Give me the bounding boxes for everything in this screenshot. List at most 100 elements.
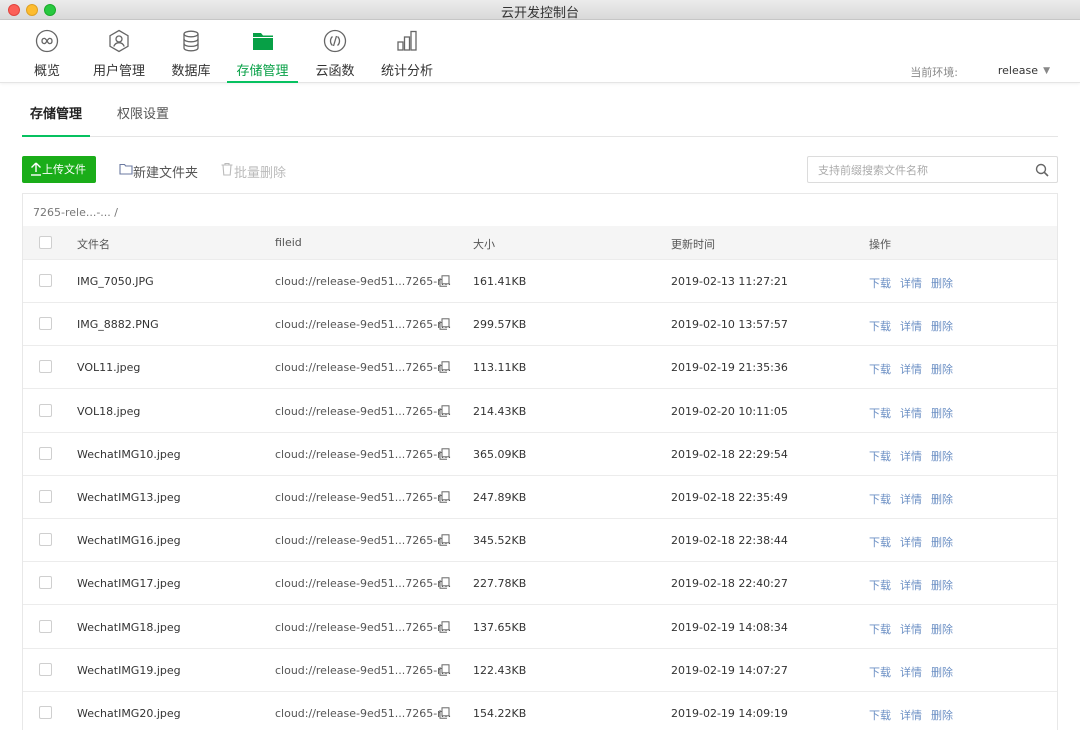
row-checkbox[interactable] (39, 706, 52, 719)
download-link[interactable]: 下载 (869, 621, 891, 637)
nav-item-analytics[interactable]: 统计分析 (380, 20, 434, 83)
row-checkbox[interactable] (39, 274, 52, 287)
copy-icon[interactable] (439, 534, 450, 546)
update-time: 2019-02-18 22:40:27 (671, 577, 788, 591)
delete-link[interactable]: 删除 (931, 361, 953, 377)
tab-permission-settings[interactable]: 权限设置 (117, 103, 169, 122)
batch-delete-label: 批量删除 (234, 166, 287, 181)
table-row[interactable]: IMG_8882.PNG cloud://release-9ed51...7265… (23, 303, 1057, 347)
row-checkbox[interactable] (39, 446, 52, 460)
nav-item-storage[interactable]: 存储管理 (227, 20, 298, 83)
table-row[interactable]: WechatIMG13.jpeg cloud://release-9ed51...… (23, 476, 1057, 519)
table-row[interactable]: WechatIMG10.jpeg cloud://release-9ed51...… (23, 433, 1057, 476)
delete-link[interactable]: 删除 (931, 577, 953, 593)
nav-label: 用户管理 (92, 64, 145, 79)
table-row[interactable]: WechatIMG18.jpeg cloud://release-9ed51...… (23, 606, 1057, 649)
row-checkbox[interactable] (39, 662, 52, 676)
download-link[interactable]: 下载 (869, 405, 891, 421)
search-icon[interactable] (1035, 163, 1049, 177)
update-time: 2019-02-13 11:27:21 (671, 275, 788, 288)
download-link[interactable]: 下载 (869, 318, 891, 334)
nav-item-functions[interactable]: 云函数 (314, 20, 356, 83)
table-row[interactable]: WechatIMG17.jpeg cloud://release-9ed51...… (23, 562, 1057, 606)
details-link[interactable]: 详情 (900, 491, 922, 507)
file-name: WechatIMG17.jpeg (77, 577, 181, 591)
file-table: 7265-rele...-... / 文件名 fileid 大小 更新时间 操作… (22, 193, 1058, 730)
table-row[interactable]: IMG_7050.JPG cloud://release-9ed51...7265… (23, 260, 1057, 303)
row-checkbox[interactable] (39, 403, 52, 417)
delete-link[interactable]: 删除 (931, 405, 953, 421)
table-row[interactable]: WechatIMG19.jpeg cloud://release-9ed51...… (23, 649, 1057, 692)
file-size: 345.52KB (473, 534, 527, 548)
download-link[interactable]: 下载 (869, 707, 891, 723)
table-row[interactable]: VOL11.jpeg cloud://release-9ed51...7265-r… (23, 346, 1057, 390)
copy-icon[interactable] (439, 707, 450, 719)
copy-icon[interactable] (439, 318, 450, 330)
details-link[interactable]: 详情 (900, 448, 922, 464)
update-time: 2019-02-18 22:38:44 (671, 534, 788, 548)
nav-item-overview[interactable]: 概览 (22, 20, 72, 83)
breadcrumb-path[interactable]: 7265-rele...-... / (33, 206, 118, 219)
copy-icon[interactable] (439, 361, 450, 374)
select-all-checkbox[interactable] (39, 236, 52, 249)
row-checkbox[interactable] (39, 360, 52, 374)
row-checkbox[interactable] (39, 533, 52, 547)
table-row[interactable]: WechatIMG16.jpeg cloud://release-9ed51...… (23, 519, 1057, 563)
row-checkbox[interactable] (39, 490, 52, 503)
search-input[interactable] (816, 160, 1030, 181)
environment-selector[interactable]: release (998, 64, 1038, 77)
details-link[interactable]: 详情 (900, 534, 922, 550)
file-name: IMG_8882.PNG (77, 318, 159, 332)
delete-link[interactable]: 删除 (931, 275, 953, 291)
file-id: cloud://release-9ed51...7265-r... (275, 361, 452, 375)
download-link[interactable]: 下载 (869, 361, 891, 377)
details-link[interactable]: 详情 (900, 664, 922, 680)
details-link[interactable]: 详情 (900, 707, 922, 723)
delete-link[interactable]: 删除 (931, 448, 953, 464)
file-name: WechatIMG18.jpeg (77, 620, 181, 634)
copy-icon[interactable] (439, 448, 450, 460)
download-link[interactable]: 下载 (869, 664, 891, 680)
copy-icon[interactable] (439, 577, 450, 590)
download-link[interactable]: 下载 (869, 275, 891, 291)
delete-link[interactable]: 删除 (931, 621, 953, 637)
nav-item-database[interactable]: 数据库 (170, 20, 212, 83)
details-link[interactable]: 详情 (900, 361, 922, 377)
delete-link[interactable]: 删除 (931, 491, 953, 507)
details-link[interactable]: 详情 (900, 405, 922, 421)
details-link[interactable]: 详情 (900, 318, 922, 334)
delete-link[interactable]: 删除 (931, 664, 953, 680)
caret-down-icon[interactable]: ▼ (1043, 66, 1050, 76)
download-link[interactable]: 下载 (869, 577, 891, 593)
update-time: 2019-02-20 10:11:05 (671, 404, 788, 418)
download-link[interactable]: 下载 (869, 448, 891, 464)
delete-link[interactable]: 删除 (931, 318, 953, 334)
new-folder-button[interactable]: 新建文件夹 (119, 162, 198, 181)
download-link[interactable]: 下载 (869, 491, 891, 507)
row-checkbox[interactable] (39, 576, 52, 590)
file-name: WechatIMG13.jpeg (77, 491, 181, 504)
delete-link[interactable]: 删除 (931, 534, 953, 550)
delete-link[interactable]: 删除 (931, 707, 953, 723)
copy-icon[interactable] (439, 491, 450, 503)
nav-item-users[interactable]: 用户管理 (92, 20, 146, 83)
nav-label: 数据库 (171, 64, 211, 79)
copy-icon[interactable] (439, 404, 450, 417)
tab-storage-management[interactable]: 存储管理 (30, 103, 82, 122)
row-checkbox[interactable] (39, 317, 52, 331)
download-link[interactable]: 下载 (869, 534, 891, 550)
details-link[interactable]: 详情 (900, 621, 922, 637)
copy-icon[interactable] (439, 275, 450, 287)
file-size: 365.09KB (473, 447, 527, 461)
upload-icon (31, 162, 41, 176)
row-checkbox[interactable] (39, 619, 52, 633)
details-link[interactable]: 详情 (900, 275, 922, 291)
upload-file-button[interactable]: 上传文件 (22, 156, 96, 183)
details-link[interactable]: 详情 (900, 577, 922, 593)
copy-icon[interactable] (439, 620, 450, 633)
copy-icon[interactable] (439, 664, 450, 676)
table-row[interactable]: VOL18.jpeg cloud://release-9ed51...7265-r… (23, 390, 1057, 433)
file-id: cloud://release-9ed51...7265-r... (275, 577, 452, 591)
table-row[interactable]: WechatIMG20.jpeg cloud://release-9ed51...… (23, 692, 1057, 730)
batch-delete-button[interactable]: 批量删除 (220, 162, 286, 181)
